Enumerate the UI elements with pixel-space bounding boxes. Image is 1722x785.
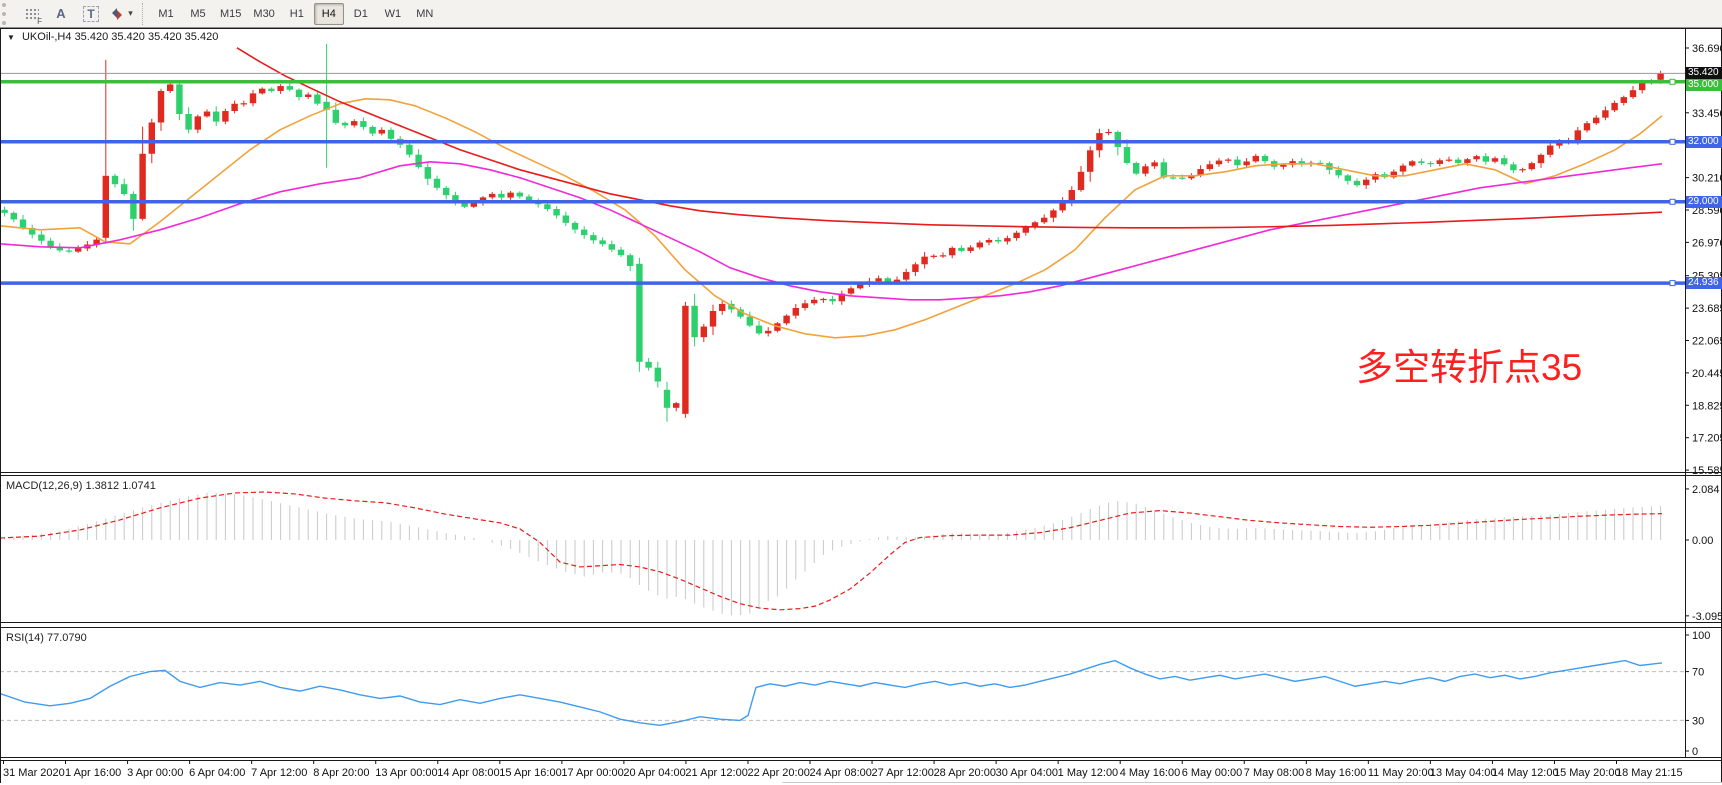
macd-signal-line	[0, 492, 1662, 610]
price-tag-35.420: 35.420	[1686, 67, 1722, 79]
time-tick-label: 31 Mar 2020	[3, 767, 65, 779]
mt4-window: F A T ▾ M1M5M15M30H1H4D1W1MN 36.69033.45…	[0, 0, 1722, 785]
macd-tick-label: 2.084	[1692, 484, 1720, 496]
time-tick-label: 7 Apr 12:00	[251, 767, 307, 779]
time-tick-label: 18 May 21:15	[1616, 767, 1683, 779]
macd-tick-label: -3.0957	[1692, 611, 1722, 623]
price-axis: 36.69033.45030.21028.59026.97025.30523.6…	[1685, 43, 1722, 758]
price-tick-label: 15.585	[1692, 465, 1722, 477]
macd-signal-value: 1.0741	[122, 480, 156, 492]
time-tick-label: 27 Apr 12:00	[872, 767, 934, 779]
time-tick-label: 20 Apr 04:00	[623, 767, 685, 779]
time-tick-label: 8 Apr 20:00	[313, 767, 369, 779]
rsi-tick-label: 30	[1692, 715, 1704, 727]
time-tick-label: 30 Apr 04:00	[996, 767, 1058, 779]
time-tick-label: 21 Apr 12:00	[685, 767, 747, 779]
price-tick-label: 18.825	[1692, 400, 1722, 412]
price-tick-label: 23.685	[1692, 303, 1722, 315]
time-tick-label: 4 May 16:00	[1120, 767, 1181, 779]
time-tick-label: 1 May 12:00	[1058, 767, 1119, 779]
price-tag-29.000: 29.000	[1686, 196, 1722, 208]
ma-medium-magenta-line[interactable]	[0, 162, 1662, 300]
time-tick-label: 28 Apr 20:00	[934, 767, 996, 779]
time-tick-label: 13 May 04:00	[1430, 767, 1497, 779]
time-tick-label: 15 May 20:00	[1554, 767, 1621, 779]
time-tick-label: 7 May 08:00	[1244, 767, 1305, 779]
price-tick-label: 36.690	[1692, 43, 1722, 55]
price-tick-label: 26.970	[1692, 237, 1722, 249]
price-tick-label: 33.450	[1692, 108, 1722, 120]
time-tick-label: 15 Apr 16:00	[499, 767, 561, 779]
time-tick-label: 14 Apr 08:00	[437, 767, 499, 779]
price-tick-label: 22.065	[1692, 336, 1722, 348]
price-tick-label: 30.210	[1692, 173, 1722, 185]
rsi-name: RSI(14)	[6, 632, 44, 644]
macd-pane[interactable]	[0, 492, 1662, 615]
price-tick-label: 17.205	[1692, 433, 1722, 445]
price-tag-32.000: 32.000	[1686, 136, 1722, 148]
price-tag-24.936: 24.936	[1686, 277, 1722, 289]
macd-name: MACD(12,26,9)	[6, 480, 82, 492]
macd-main-value: 1.3812	[85, 480, 119, 492]
ma-fast-orange-line[interactable]	[0, 99, 1662, 338]
rsi-tick-label: 70	[1692, 667, 1704, 679]
price-tick-label: 20.445	[1692, 368, 1722, 380]
chart-title: ▼ UKOil-,H4 35.420 35.420 35.420 35.420	[7, 31, 218, 43]
hline-handle-icon[interactable]	[1670, 139, 1675, 144]
macd-histogram	[5, 493, 1661, 616]
time-tick-label: 24 Apr 08:00	[810, 767, 872, 779]
chart-title-ohlc: 35.420 35.420 35.420 35.420	[75, 31, 219, 43]
macd-label: MACD(12,26,9) 1.3812 1.0741	[6, 480, 156, 492]
rsi-value: 77.0790	[47, 632, 87, 644]
time-tick-label: 17 Apr 00:00	[561, 767, 623, 779]
time-tick-label: 6 May 00:00	[1182, 767, 1243, 779]
rsi-tick-label: 100	[1692, 630, 1710, 642]
chart-title-symbol: UKOil-,H4	[22, 31, 72, 43]
rsi-tick-label: 0	[1692, 746, 1698, 758]
time-axis: 31 Mar 20201 Apr 16:00 3 Apr 00:00 6 Apr 0…	[3, 761, 1683, 780]
time-tick-label: 8 May 16:00	[1306, 767, 1367, 779]
price-tag-35.000: 35.000	[1686, 79, 1722, 91]
chart-annotation[interactable]: 多空转折点35	[1356, 348, 1582, 388]
time-tick-label: 22 Apr 20:00	[747, 767, 809, 779]
hline-handle-icon[interactable]	[1670, 199, 1675, 204]
time-tick-label: 6 Apr 04:00	[189, 767, 245, 779]
macd-tick-label: 0.00	[1692, 535, 1713, 547]
time-tick-label: 1 Apr 16:00	[65, 767, 121, 779]
time-tick-label: 3 Apr 00:00	[127, 767, 183, 779]
time-tick-label: 14 May 12:00	[1492, 767, 1559, 779]
hline-handle-icon[interactable]	[1670, 79, 1675, 84]
hline-handle-icon[interactable]	[1670, 281, 1675, 286]
one-click-trading-toggle[interactable]: ▼	[7, 33, 15, 42]
rsi-label: RSI(14) 77.0790	[6, 632, 87, 644]
chart-canvas[interactable]: 36.69033.45030.21028.59026.97025.30523.6…	[0, 0, 1722, 785]
time-tick-label: 13 Apr 00:00	[375, 767, 437, 779]
rsi-pane[interactable]	[0, 661, 1685, 726]
time-tick-label: 11 May 20:00	[1368, 767, 1434, 779]
rsi-line	[0, 661, 1662, 726]
